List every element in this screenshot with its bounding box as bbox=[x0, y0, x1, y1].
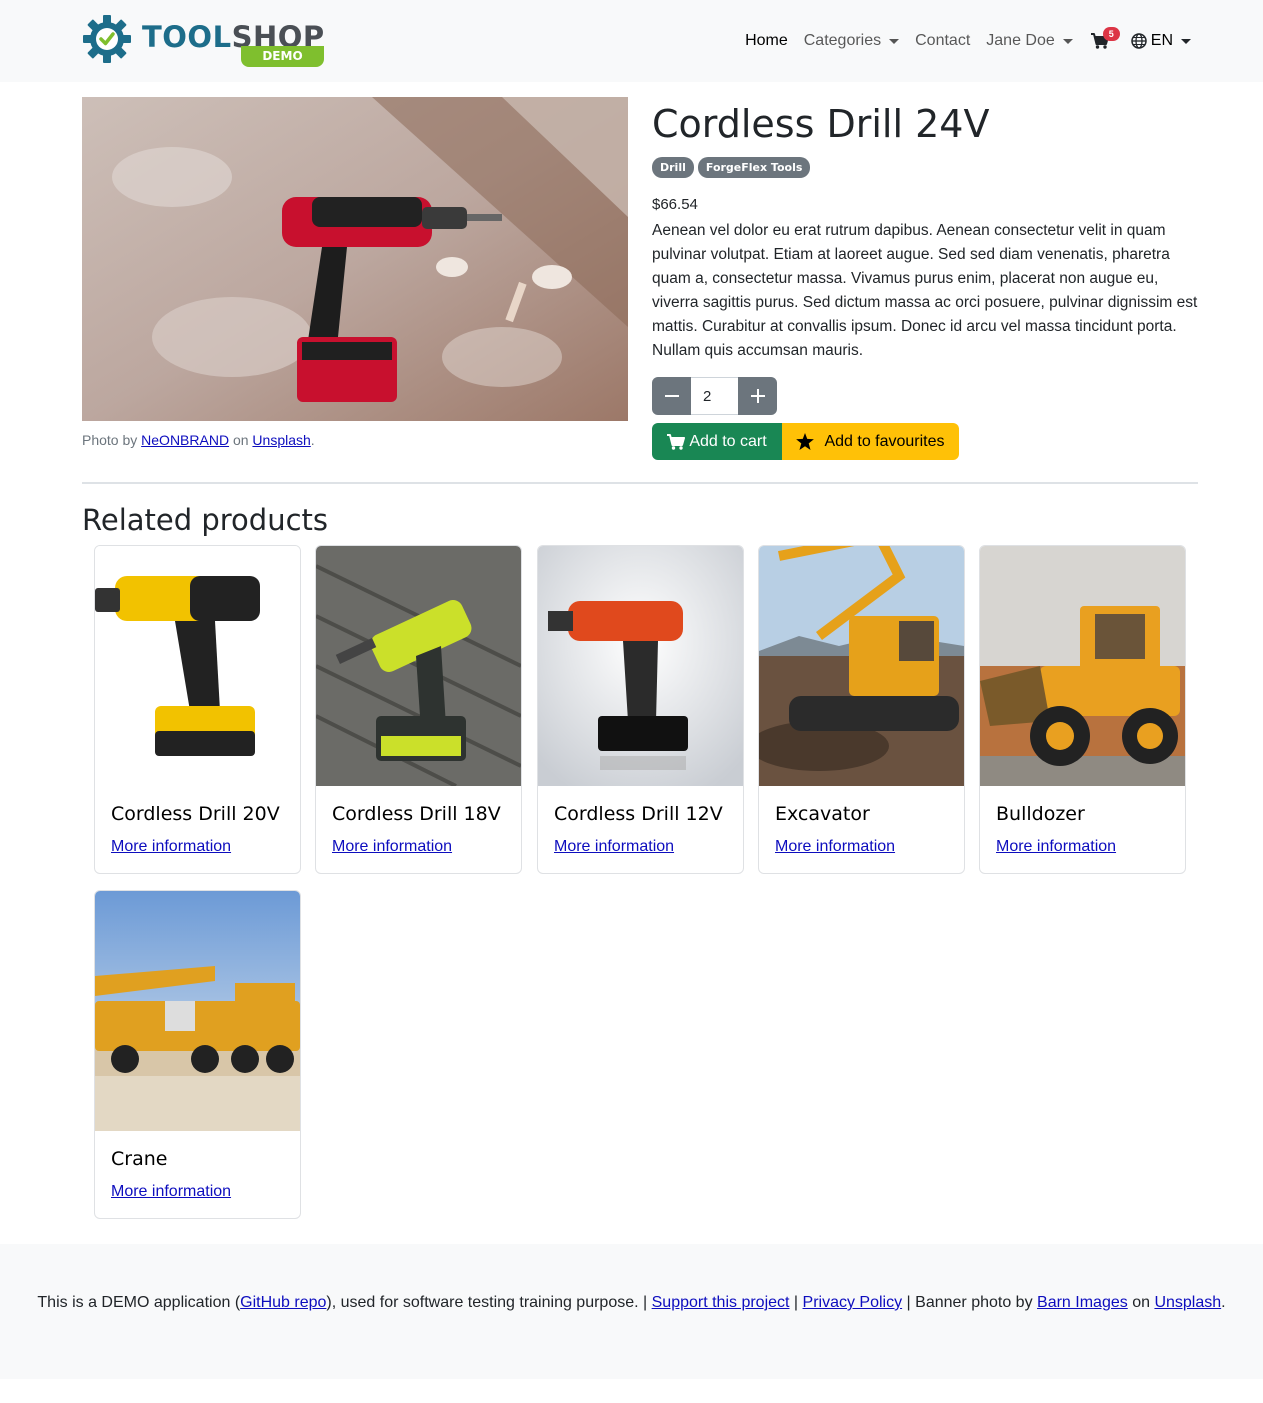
more-information-link[interactable]: More information bbox=[111, 1183, 231, 1201]
support-project-link[interactable]: Support this project bbox=[652, 1294, 790, 1311]
product-card-image bbox=[980, 546, 1185, 786]
product-card-excavator[interactable]: Excavator More information bbox=[758, 545, 965, 874]
product-tags: Drill ForgeFlex Tools bbox=[652, 157, 811, 178]
product-card-image bbox=[95, 891, 300, 1131]
star-icon bbox=[796, 433, 815, 450]
product-price: $66.54 bbox=[652, 196, 698, 213]
product-card-title: Excavator bbox=[775, 803, 870, 825]
plus-icon bbox=[750, 389, 765, 403]
main-nav: Home Categories Contact Jane Doe 5 EN bbox=[737, 27, 1199, 54]
unsplash-footer-link[interactable]: Unsplash bbox=[1154, 1294, 1221, 1311]
caret-down-icon bbox=[1181, 38, 1191, 44]
quantity-input[interactable] bbox=[691, 377, 738, 415]
caret-down-icon bbox=[1062, 38, 1073, 44]
photographer-link[interactable]: NeONBRAND bbox=[141, 432, 229, 448]
nav-categories-label: Categories bbox=[803, 32, 882, 49]
product-card-image bbox=[538, 546, 743, 786]
product-card-title: Cordless Drill 20V bbox=[111, 803, 280, 825]
quantity-stepper bbox=[652, 377, 777, 415]
nav-user-label: Jane Doe bbox=[986, 32, 1055, 49]
more-information-link[interactable]: More information bbox=[554, 838, 674, 856]
photo-credit: Photo by NeONBRAND on Unsplash. bbox=[82, 432, 315, 448]
add-to-cart-label: Add to cart bbox=[689, 432, 767, 450]
product-card-bulldozer[interactable]: Bulldozer More information bbox=[979, 545, 1186, 874]
add-to-favourites-button[interactable]: Add to favourites bbox=[782, 423, 959, 460]
product-card-image bbox=[316, 546, 521, 786]
product-image bbox=[82, 97, 628, 421]
nav-language-label: EN bbox=[1150, 32, 1173, 49]
section-divider bbox=[82, 482, 1198, 484]
shopping-cart-icon bbox=[667, 433, 686, 450]
gear-check-icon bbox=[83, 15, 131, 63]
nav-language-dropdown[interactable]: EN bbox=[1123, 32, 1199, 50]
increase-quantity-button[interactable] bbox=[738, 377, 777, 415]
cart-count-badge: 5 bbox=[1102, 27, 1120, 41]
more-information-link[interactable]: More information bbox=[775, 838, 895, 856]
nav-cart[interactable]: 5 bbox=[1081, 27, 1123, 49]
decrease-quantity-button[interactable] bbox=[652, 377, 691, 415]
privacy-policy-link[interactable]: Privacy Policy bbox=[803, 1294, 903, 1311]
more-information-link[interactable]: More information bbox=[332, 838, 452, 856]
nav-user-dropdown[interactable]: Jane Doe bbox=[978, 32, 1081, 50]
product-card-image bbox=[759, 546, 964, 786]
product-card-cordless-drill-12v[interactable]: Cordless Drill 12V More information bbox=[537, 545, 744, 874]
add-to-cart-button[interactable]: Add to cart bbox=[652, 423, 782, 460]
product-card-title: Cordless Drill 12V bbox=[554, 803, 723, 825]
product-actions: Add to cart Add to favourites bbox=[652, 423, 959, 460]
brand-badge: ForgeFlex Tools bbox=[697, 157, 811, 178]
product-card-crane[interactable]: Crane More information bbox=[94, 890, 301, 1219]
product-card-title: Cordless Drill 18V bbox=[332, 803, 501, 825]
github-repo-link[interactable]: GitHub repo bbox=[240, 1294, 326, 1311]
more-information-link[interactable]: More information bbox=[996, 838, 1116, 856]
related-products-title: Related products bbox=[82, 503, 329, 537]
product-card-cordless-drill-18v[interactable]: Cordless Drill 18V More information bbox=[315, 545, 522, 874]
nav-home[interactable]: Home bbox=[737, 32, 796, 50]
logo-demo-badge: DEMO bbox=[241, 46, 324, 67]
product-card-image bbox=[95, 546, 300, 786]
product-card-title: Crane bbox=[111, 1148, 168, 1170]
footer-text: This is a DEMO application (GitHub repo)… bbox=[37, 1294, 1226, 1311]
globe-icon bbox=[1131, 33, 1147, 49]
toolshop-logo[interactable]: TOOLSHOP DEMO bbox=[82, 14, 328, 70]
product-card-title: Bulldozer bbox=[996, 803, 1085, 825]
nav-categories-dropdown[interactable]: Categories bbox=[796, 32, 907, 50]
more-information-link[interactable]: More information bbox=[111, 838, 231, 856]
barn-images-link[interactable]: Barn Images bbox=[1037, 1294, 1128, 1311]
category-badge: Drill bbox=[652, 157, 694, 178]
caret-down-icon bbox=[889, 38, 900, 44]
product-title: Cordless Drill 24V bbox=[652, 102, 990, 146]
navbar: TOOLSHOP DEMO Home Categories Contact Ja… bbox=[0, 0, 1263, 82]
product-card-cordless-drill-20v[interactable]: Cordless Drill 20V More information bbox=[94, 545, 301, 874]
footer: This is a DEMO application (GitHub repo)… bbox=[0, 1244, 1263, 1379]
add-to-favourites-label: Add to favourites bbox=[824, 432, 945, 450]
unsplash-link[interactable]: Unsplash bbox=[252, 432, 310, 448]
nav-contact[interactable]: Contact bbox=[907, 32, 978, 50]
product-description: Aenean vel dolor eu erat rutrum dapibus.… bbox=[652, 222, 1198, 359]
minus-icon bbox=[664, 395, 679, 397]
